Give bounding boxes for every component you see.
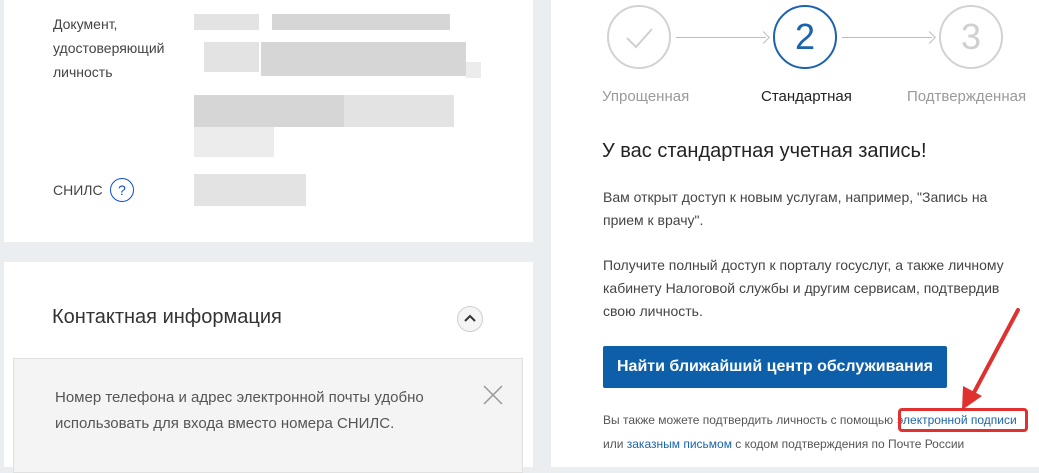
status-title: У вас стандартная учетная запись! [602, 140, 927, 162]
collapse-button[interactable] [457, 306, 483, 332]
contact-title: Контактная информация [52, 306, 282, 328]
account-status-card: 2 3 Упрощенная Стандартная Подтвержденна… [551, 0, 1039, 467]
arrow-right-icon [923, 31, 936, 44]
alt-confirm-or: или [603, 437, 627, 451]
step-1-label: Упрощенная [602, 88, 690, 105]
find-service-center-button[interactable]: Найти ближайший центр обслуживания [603, 346, 947, 388]
document-card: Документ, удостоверяющий личность СНИЛС … [4, 0, 533, 242]
alt-confirm-suffix: с кодом подтверждения по Почте России [731, 437, 965, 451]
notice-text: Номер телефона и адрес электронной почты… [55, 389, 424, 432]
registered-letter-link[interactable]: заказным письмом [627, 437, 732, 451]
checkmark-icon [626, 28, 653, 49]
step-connector [842, 37, 932, 38]
snils-label: СНИЛС [53, 182, 103, 198]
document-label: Документ, удостоверяющий личность [53, 16, 165, 80]
alt-confirm-line-2: или заказным письмом с кодом подтвержден… [603, 437, 964, 451]
step-1-circle [607, 5, 671, 69]
step-3-label: Подтвержденная [907, 88, 1027, 105]
chevron-up-icon [464, 314, 476, 322]
contact-card: Контактная информация Номер телефона и а… [4, 262, 533, 473]
step-2-circle: 2 [773, 5, 837, 69]
step-3-circle: 3 [939, 5, 1003, 69]
arrow-right-icon [757, 31, 770, 44]
status-paragraph-1: Вам открыт доступ к новым услугам, напри… [603, 189, 988, 228]
alt-confirm-prefix: Вы также можете подтвердить личность с п… [603, 413, 894, 427]
contact-notice: Номер телефона и адрес электронной почты… [13, 358, 523, 473]
annotation-highlight-box [898, 408, 1028, 432]
close-icon[interactable] [481, 383, 505, 407]
step-2-label: Стандартная [761, 88, 852, 105]
step-connector [676, 37, 766, 38]
status-paragraph-2: Получите полный доступ к порталу госуслу… [603, 257, 1004, 319]
help-icon[interactable]: ? [110, 178, 134, 202]
